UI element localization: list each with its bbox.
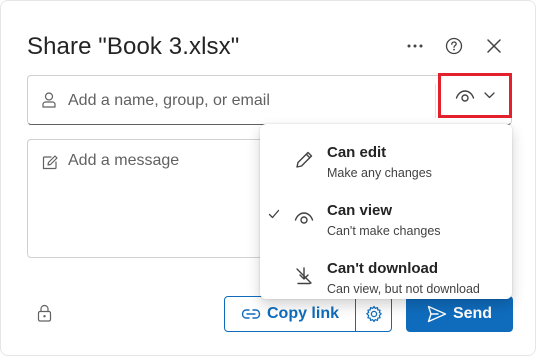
help-button[interactable]: [441, 33, 467, 59]
more-horizontal-icon: [407, 44, 423, 48]
no-download-icon: [296, 267, 312, 285]
dialog-title: Share "Book 3.xlsx": [27, 33, 240, 60]
gear-icon: [365, 305, 382, 323]
eye-icon: [294, 212, 314, 224]
menu-item-description: Make any changes: [327, 166, 432, 180]
close-icon: [487, 39, 501, 53]
pencil-icon: [296, 151, 313, 168]
more-options-button[interactable]: [402, 33, 428, 59]
permission-dropdown-button[interactable]: [438, 73, 512, 118]
close-button[interactable]: [481, 33, 507, 59]
checkmark-icon: [268, 209, 280, 219]
message-field: [27, 139, 277, 258]
field-divider: [435, 84, 436, 118]
recipient-input[interactable]: [68, 88, 428, 114]
copy-link-label: Copy link: [266, 305, 339, 322]
chevron-down-icon: [484, 92, 495, 99]
send-icon: [427, 305, 447, 323]
eye-icon: [455, 89, 475, 102]
menu-item-description: Can't make changes: [327, 224, 441, 238]
menu-item-can-view[interactable]: Can view Can't make changes: [260, 190, 512, 246]
share-dialog: Share "Book 3.xlsx" Add a name, group, o…: [0, 0, 536, 356]
menu-item-label: Can't download: [327, 260, 439, 277]
question-circle-icon: [445, 37, 463, 55]
person-icon: [42, 92, 56, 108]
message-input[interactable]: [68, 152, 268, 242]
send-label: Send: [452, 305, 493, 322]
menu-item-description: Can view, but not download: [327, 282, 480, 296]
menu-item-can-edit[interactable]: Can edit Make any changes: [260, 132, 512, 188]
link-icon: [241, 309, 261, 319]
menu-item-label: Can edit: [327, 144, 387, 161]
menu-item-label: Can view: [327, 202, 393, 219]
permission-menu: Can edit Make any changes Can view Can't…: [260, 124, 512, 299]
menu-item-cant-download[interactable]: Can't download Can view, but not downloa…: [260, 248, 512, 304]
lock-icon: [37, 304, 52, 322]
edit-message-icon: [42, 155, 58, 170]
